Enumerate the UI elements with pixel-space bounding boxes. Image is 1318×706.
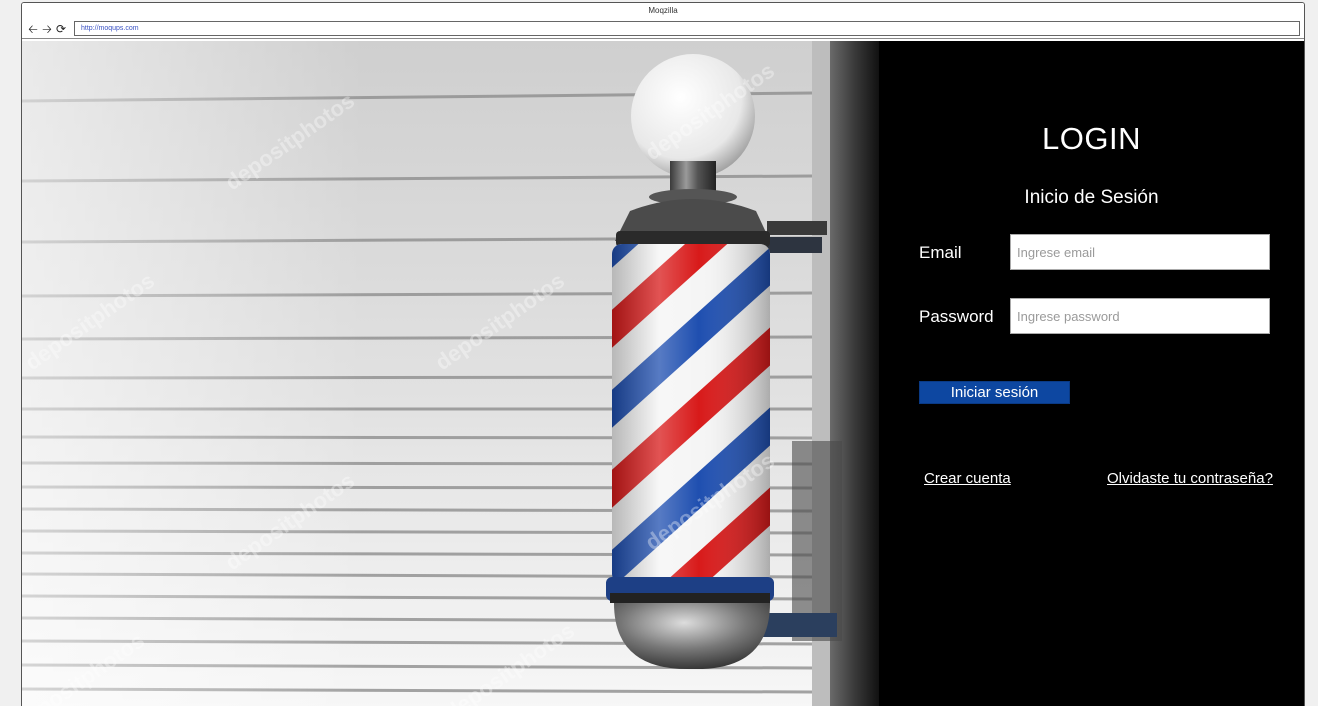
login-subtitle: Inicio de Sesión xyxy=(1024,187,1159,208)
browser-window: Moqzilla 🡠 🡢 ⟳ http://moqups.com deposit… xyxy=(21,2,1305,706)
reload-icon[interactable]: ⟳ xyxy=(54,23,68,35)
email-label: Email xyxy=(919,243,962,262)
page-content: depositphotos depositphotos depositphoto… xyxy=(22,41,1304,706)
window-title: Moqzilla xyxy=(22,3,1304,19)
password-field[interactable] xyxy=(1010,298,1270,334)
email-field[interactable] xyxy=(1010,234,1270,270)
login-panel: LOGIN Inicio de Sesión Email Password In… xyxy=(879,41,1304,706)
arrow-left-icon[interactable]: 🡠 xyxy=(26,23,40,35)
forgot-password-link[interactable]: Olvidaste tu contraseña? xyxy=(1107,470,1273,487)
login-title: LOGIN xyxy=(1042,121,1141,156)
arrow-right-icon[interactable]: 🡢 xyxy=(40,23,54,35)
address-toolbar: 🡠 🡢 ⟳ http://moqups.com xyxy=(22,19,1304,39)
url-field[interactable]: http://moqups.com xyxy=(74,21,1300,36)
password-label: Password xyxy=(919,307,994,326)
login-button[interactable]: Iniciar sesión xyxy=(919,381,1070,404)
barber-pole-photo: depositphotos depositphotos depositphoto… xyxy=(22,41,879,706)
create-account-link[interactable]: Crear cuenta xyxy=(924,470,1011,487)
